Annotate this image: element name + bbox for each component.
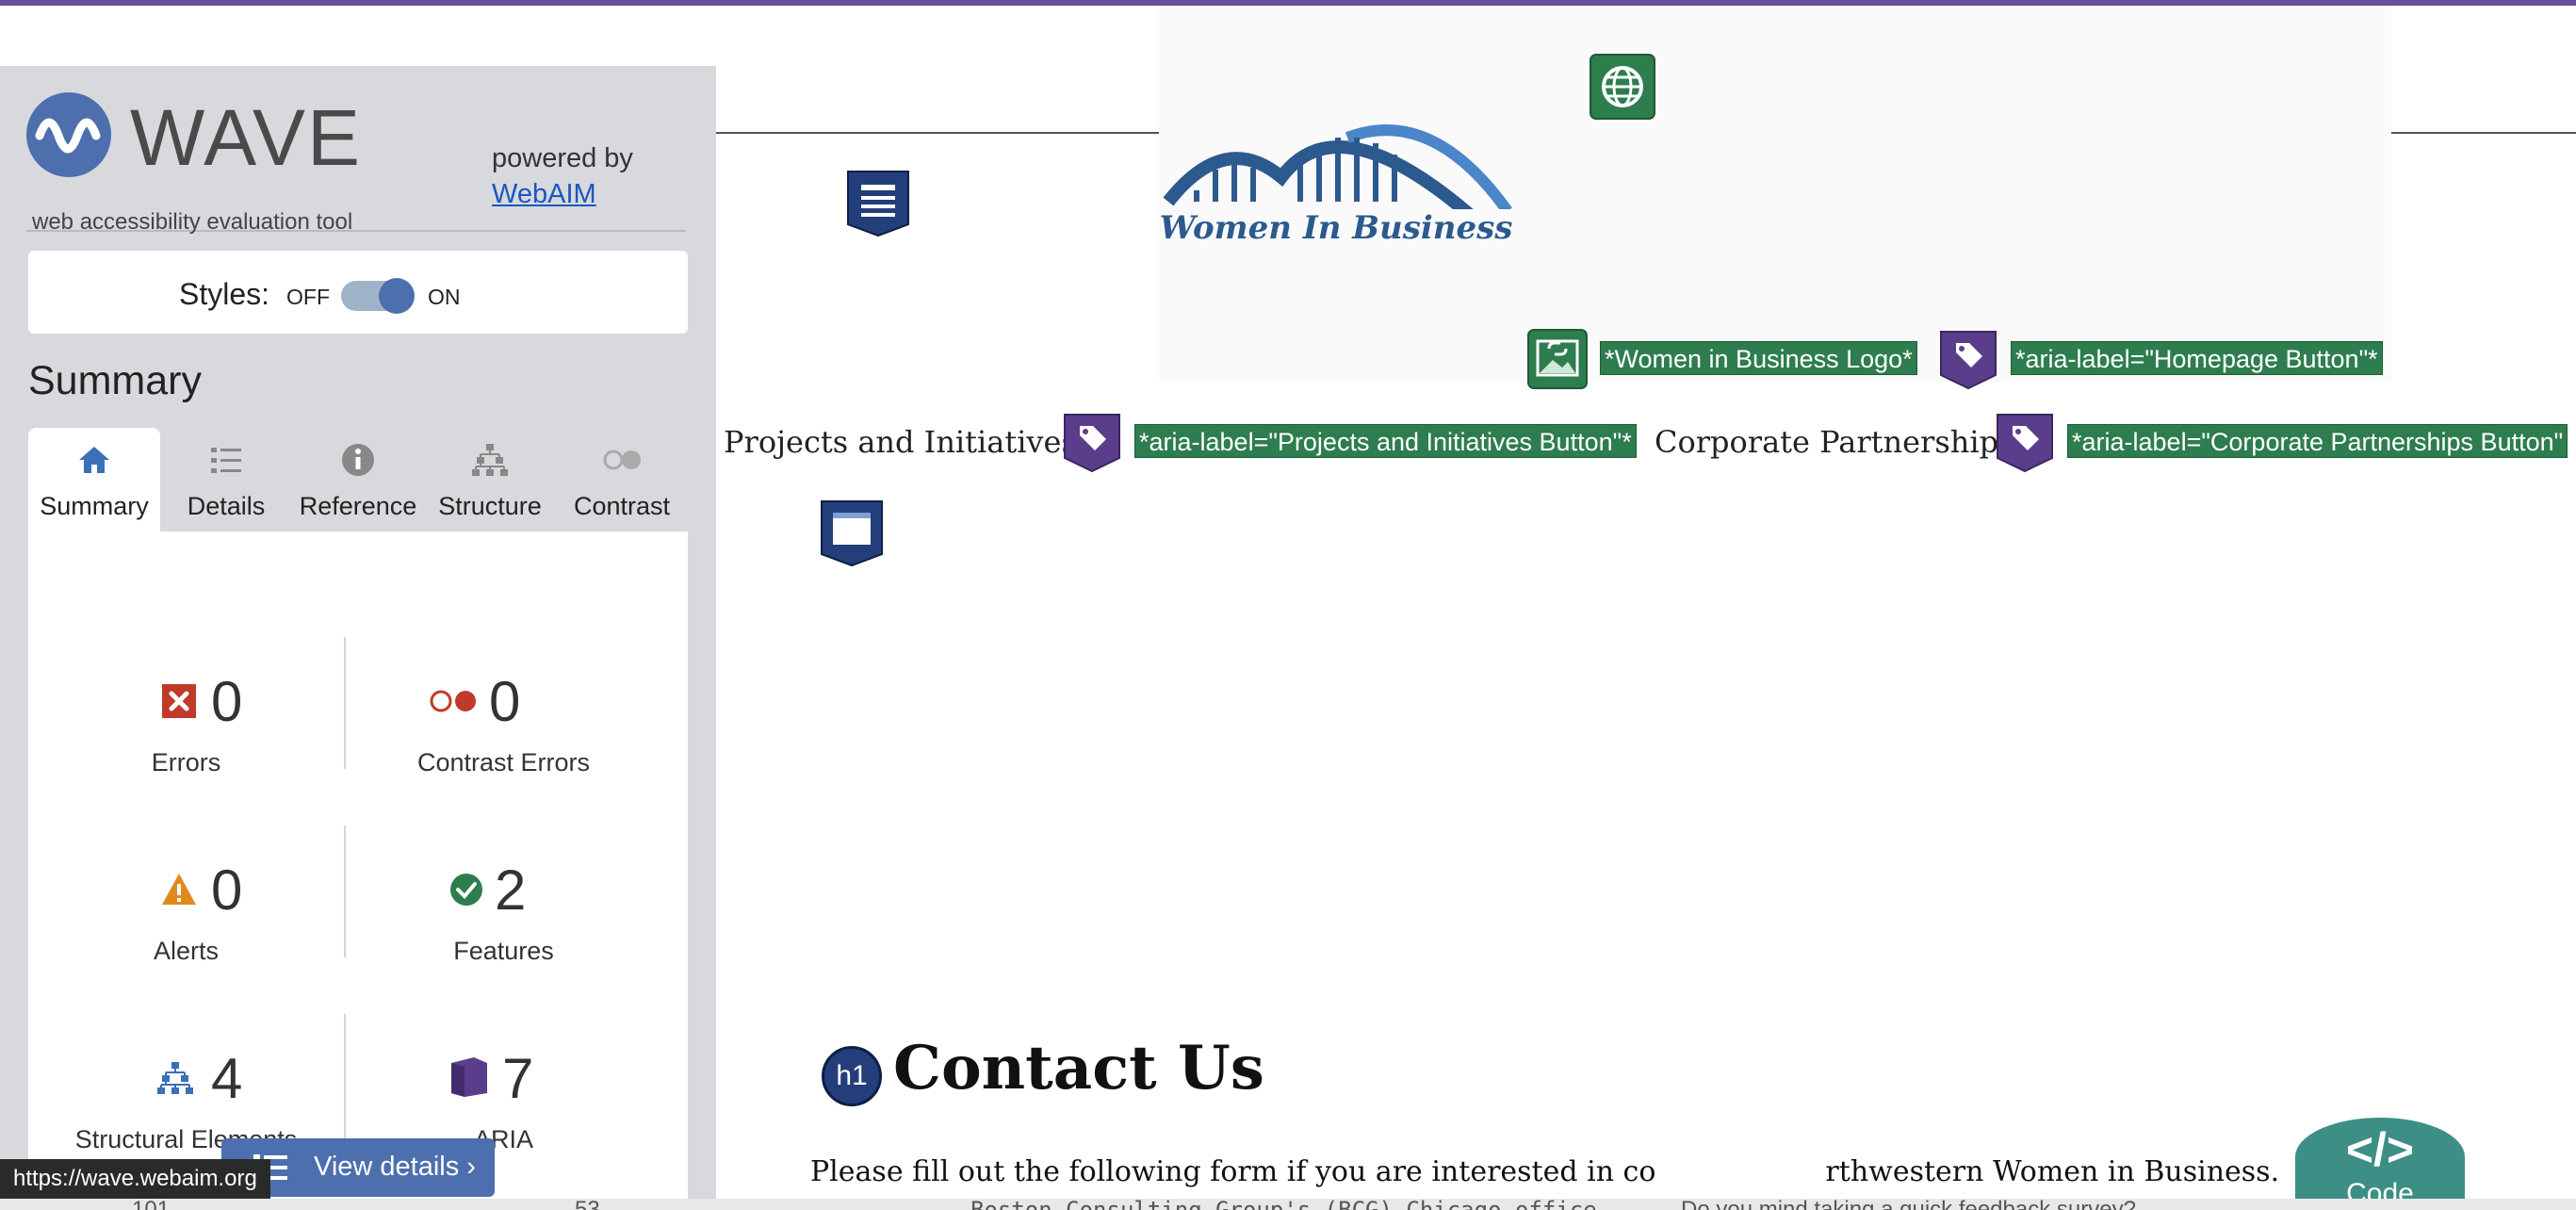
tab-summary[interactable]: Summary <box>28 428 160 531</box>
linked-image-feature-icon[interactable] <box>1526 328 1589 390</box>
feature-check-icon <box>450 874 482 906</box>
code-panel-toggle[interactable]: </> Code <box>2295 1118 2465 1210</box>
stat-row: 7 <box>346 1046 661 1112</box>
background-window-strip: 101 53 Boston Consulting Group's (BCG) C… <box>0 1199 2576 1210</box>
structure-icon <box>157 1062 193 1094</box>
feedback-survey-prompt[interactable]: Do you mind taking a quick feedback surv… <box>1681 1199 2136 1210</box>
contrast-icon <box>603 450 641 470</box>
webaim-link[interactable]: WebAIM <box>492 179 596 210</box>
tab-label: Details <box>187 492 266 520</box>
language-globe-icon[interactable] <box>1589 53 1656 121</box>
powered-by-label: powered by <box>492 143 633 173</box>
info-icon <box>342 444 374 476</box>
tab-structure[interactable]: Structure <box>424 428 556 531</box>
tab-details[interactable]: Details <box>160 428 292 531</box>
summary-panel: 0 Errors 0 Contrast Errors 0 Alerts 2 Fe… <box>28 531 688 1210</box>
stat-row: 0 <box>28 858 344 924</box>
underlay-cell: 53 <box>575 1199 600 1210</box>
wave-tagline: web accessibility evaluation tool <box>32 209 353 235</box>
bridge-logo-icon <box>1163 124 1512 221</box>
wave-wordmark: WAVE <box>130 93 363 182</box>
contrast-error-icon <box>430 690 476 712</box>
tab-label: Contrast <box>573 492 671 520</box>
aria-cube-icon <box>451 1057 487 1097</box>
summary-heading: Summary <box>28 358 202 403</box>
stat-row: 4 <box>28 1046 344 1112</box>
status-bar-url: https://wave.webaim.org <box>0 1159 270 1199</box>
styles-label: Styles: <box>179 277 270 311</box>
home-icon <box>79 447 109 473</box>
homepage-aria-chip[interactable]: *aria-label="Homepage Button"* <box>2011 341 2383 375</box>
nav-corporate-partnerships[interactable]: Corporate Partnerships <box>1655 424 2014 460</box>
header-divider <box>716 132 1159 134</box>
styles-toggle-box: Styles: OFF ON <box>28 251 688 334</box>
contrast-errors-label: Contrast Errors <box>416 748 591 777</box>
page-title: Contact Us <box>893 1033 1264 1104</box>
h1-heading-icon[interactable]: h1 <box>822 1046 882 1106</box>
tab-contrast[interactable]: Contrast <box>556 428 688 531</box>
alerts-count: 0 <box>211 858 243 922</box>
tab-label: Summary <box>40 492 149 520</box>
tab-label: Reference <box>299 492 417 520</box>
main-landmark-icon[interactable] <box>818 499 886 567</box>
alert-icon <box>162 874 196 905</box>
nav-projects-initiatives[interactable]: Projects and Initiatives <box>724 424 1077 460</box>
women-in-business-logo[interactable]: Women In Business <box>1159 111 1517 273</box>
errors-count: 0 <box>211 670 243 733</box>
intro-paragraph: Please fill out the following form if yo… <box>810 1155 2279 1188</box>
hierarchy-icon <box>472 444 508 476</box>
wave-logo-icon[interactable] <box>26 92 111 177</box>
projects-aria-chip[interactable]: *aria-label="Projects and Initiatives Bu… <box>1134 424 1637 458</box>
tab-reference[interactable]: Reference <box>292 428 424 531</box>
features-count: 2 <box>495 858 527 922</box>
aria-label-tag-icon[interactable] <box>1994 409 2056 475</box>
evaluated-page: Women In Business *Women in Business Log… <box>716 6 2576 1210</box>
view-details-label: View details › <box>314 1152 476 1182</box>
aria-label-tag-icon[interactable] <box>1937 326 1999 392</box>
header-divider <box>2391 132 2576 134</box>
underlay-cell: Boston Consulting Group's (BCG) Chicago … <box>970 1199 1610 1210</box>
aria-count: 7 <box>502 1047 534 1110</box>
stat-row: 2 <box>346 858 661 924</box>
stat-row: 0 <box>28 669 344 735</box>
logo-wordmark: Women In Business <box>1159 209 1513 247</box>
sidebar-tabs: Summary Details Reference Structure Cont… <box>28 428 688 531</box>
wave-sidebar: WAVE web accessibility evaluation tool p… <box>0 66 716 1210</box>
styles-on-label: ON <box>428 285 461 309</box>
stat-row: 0 <box>346 669 661 735</box>
header-landmark-icon[interactable] <box>844 170 912 237</box>
underlay-cell: 101 <box>132 1199 170 1210</box>
error-icon <box>162 684 196 718</box>
aria-label-tag-icon[interactable] <box>1061 409 1123 475</box>
wave-brand: WAVE web accessibility evaluation tool p… <box>26 92 686 235</box>
styles-toggle[interactable] <box>341 278 415 314</box>
intro-paragraph-end: rthwestern Women in Business. <box>1825 1155 2280 1188</box>
intro-paragraph-start: Please fill out the following form if yo… <box>810 1155 1656 1188</box>
features-label: Features <box>453 937 554 965</box>
toggle-knob <box>379 278 415 314</box>
logo-alt-text-chip[interactable]: *Women in Business Logo* <box>1600 341 1917 375</box>
code-icon: </> <box>2345 1123 2415 1176</box>
corporate-aria-chip[interactable]: *aria-label="Corporate Partnerships Butt… <box>2067 424 2568 458</box>
styles-off-label: OFF <box>286 285 330 309</box>
errors-label: Errors <box>151 748 221 777</box>
tab-label: Structure <box>438 492 542 520</box>
list-icon <box>211 448 241 473</box>
alerts-label: Alerts <box>153 937 220 965</box>
contrast-errors-count: 0 <box>489 670 521 733</box>
structural-count: 4 <box>211 1047 243 1110</box>
